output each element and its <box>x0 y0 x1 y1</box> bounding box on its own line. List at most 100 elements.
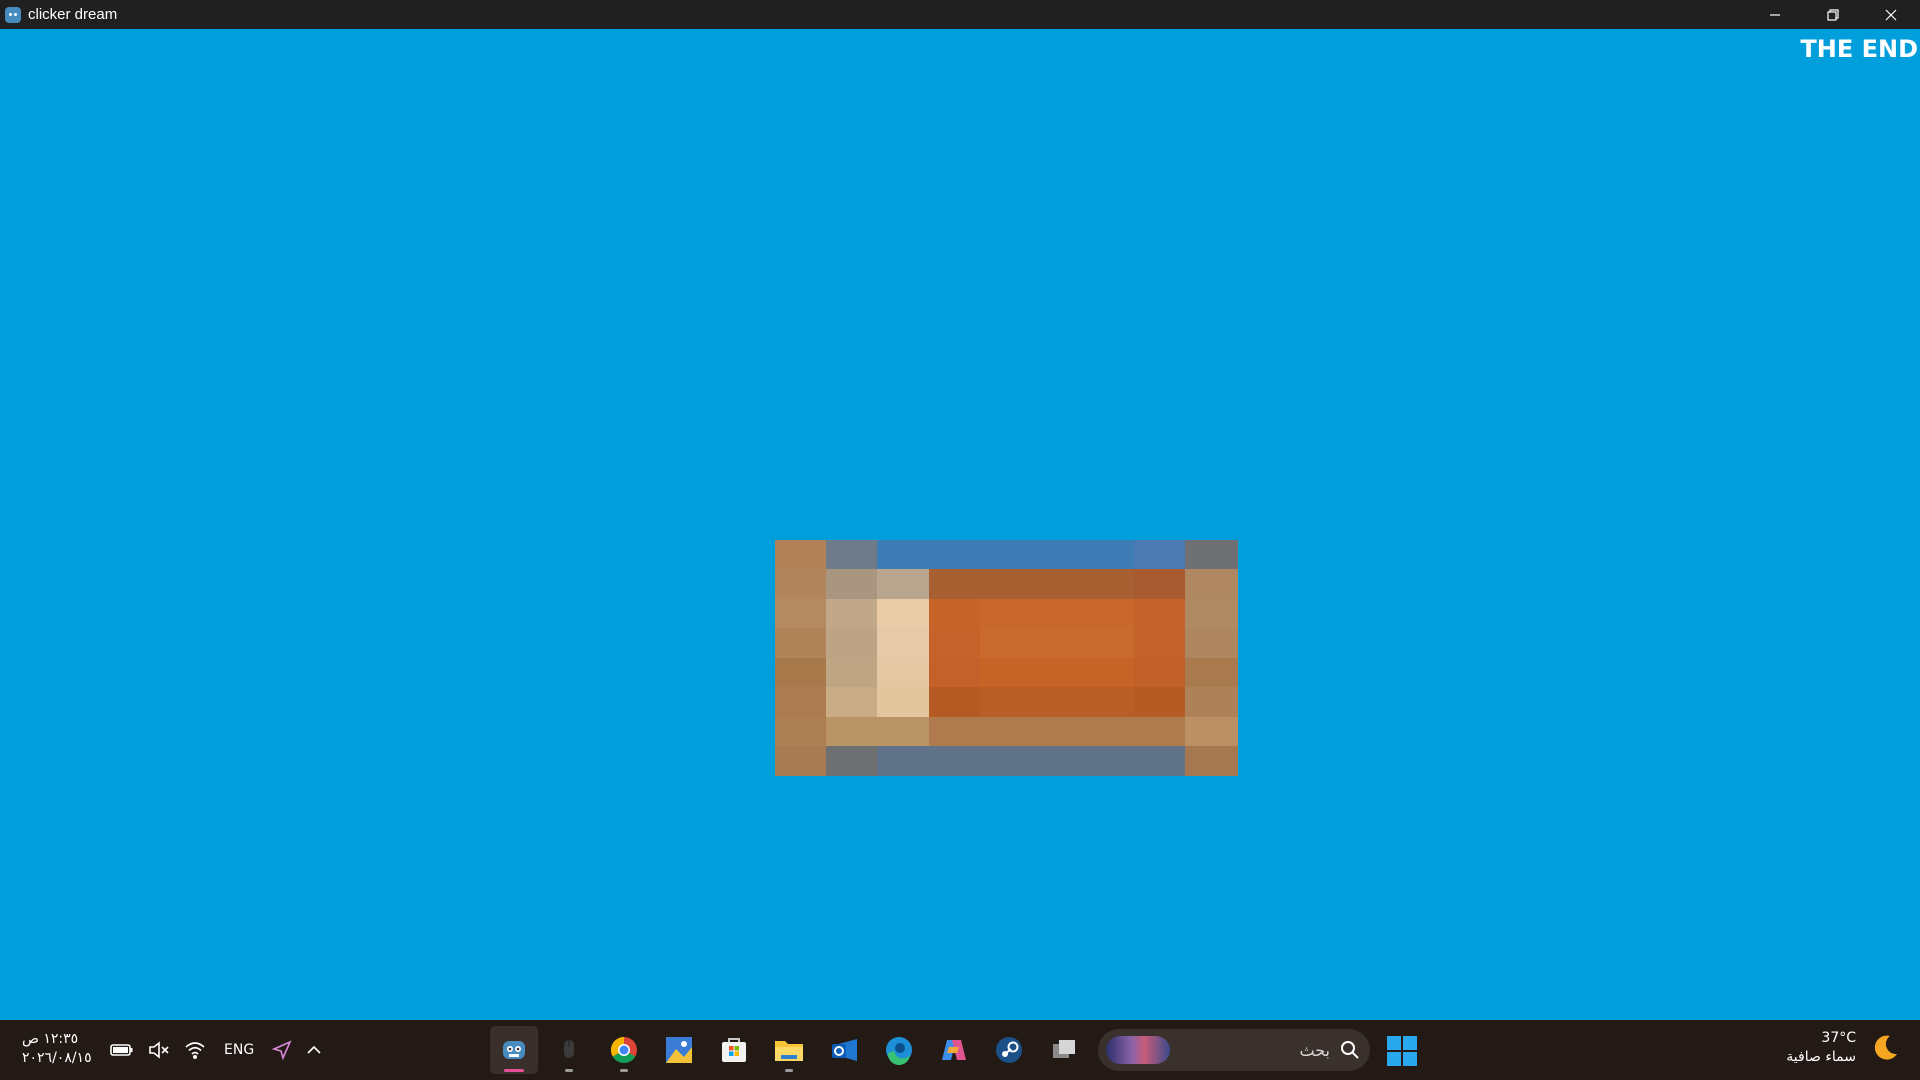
taskbar-app-steam[interactable] <box>985 1026 1033 1074</box>
running-indicator <box>785 1069 793 1072</box>
moon-icon <box>1874 1035 1897 1060</box>
search-highlight-image <box>1106 1036 1170 1064</box>
volume-button[interactable] <box>148 1020 170 1080</box>
sprite-pixel <box>929 746 980 776</box>
sprite-pixel <box>1134 540 1185 569</box>
sprite-pixel <box>1031 569 1082 599</box>
clock-time: ١٢:٣٥ ص <box>22 1031 79 1047</box>
game-viewport[interactable]: THE END <box>0 29 1920 1020</box>
weather-condition: سماء صافية <box>1786 1049 1856 1065</box>
window-title: clicker dream <box>28 6 118 23</box>
sprite-pixel <box>826 746 877 776</box>
sprite-pixel <box>929 599 980 628</box>
edge-icon <box>886 1037 912 1065</box>
sprite-pixel <box>1082 746 1134 776</box>
sprite-pixel <box>775 717 826 746</box>
sprite-pixel <box>1082 540 1134 569</box>
sprite-pixel <box>1082 569 1134 599</box>
taskbar-app-task-view[interactable] <box>1040 1026 1088 1074</box>
close-button[interactable] <box>1862 0 1920 29</box>
folder-icon <box>775 1041 803 1061</box>
taskbar-app-file-explorer[interactable] <box>765 1026 813 1074</box>
show-hidden-icons-button[interactable] <box>306 1020 322 1080</box>
sprite-pixel <box>1031 687 1082 717</box>
location-icon <box>272 1040 292 1060</box>
sprite-pixel <box>826 569 877 599</box>
sprite-pixel <box>1185 746 1238 776</box>
taskbar-app-chrome[interactable] <box>600 1026 648 1074</box>
sprite-pixel <box>1031 628 1082 658</box>
sprite-pixel <box>826 717 877 746</box>
taskbar-app-edge[interactable] <box>875 1026 923 1074</box>
search-icon <box>1341 1041 1359 1059</box>
godot-icon <box>503 1041 525 1059</box>
battery-icon <box>110 1044 133 1056</box>
sprite-pixel <box>1134 717 1185 746</box>
sprite-pixel <box>1031 599 1082 628</box>
system-tray: ENG <box>110 1020 336 1080</box>
sprite-pixel <box>1134 658 1185 687</box>
running-indicator <box>620 1069 628 1072</box>
sprite-pixel <box>1185 658 1238 687</box>
sprite-pixel <box>826 628 877 658</box>
taskbar-app-mouse[interactable] <box>545 1026 593 1074</box>
language-indicator[interactable]: ENG <box>224 1042 254 1058</box>
clock-date: ٢٠٢٦/٠٨/١٥ <box>22 1050 92 1066</box>
taskbar-app-outlook[interactable] <box>820 1026 868 1074</box>
task-view-icon <box>1053 1040 1075 1058</box>
speaker-muted-icon <box>149 1041 169 1059</box>
chevron-up-icon <box>307 1045 321 1054</box>
battery-button[interactable] <box>110 1020 134 1080</box>
location-button[interactable] <box>272 1020 292 1080</box>
sprite-pixel <box>1134 746 1185 776</box>
sprite-pixel <box>775 746 826 776</box>
store-icon <box>722 1038 746 1062</box>
sprite-pixel <box>929 569 980 599</box>
sprite-pixel <box>980 717 1031 746</box>
sprite-pixel <box>1185 717 1238 746</box>
search-placeholder: بحث <box>1299 1040 1331 1060</box>
mouse-icon <box>564 1040 574 1058</box>
taskbar-app-photos[interactable] <box>655 1026 703 1074</box>
restore-icon <box>1827 8 1839 21</box>
start-tile <box>1403 1052 1417 1066</box>
sprite-pixel <box>877 628 929 658</box>
start-tile <box>1403 1036 1417 1050</box>
wifi-button[interactable] <box>184 1020 206 1080</box>
sprite-pixel <box>980 569 1031 599</box>
sprite-pixel <box>929 717 980 746</box>
sprite-pixel <box>826 540 877 569</box>
sprite-pixel <box>826 658 877 687</box>
minimize-button[interactable] <box>1746 0 1804 29</box>
taskbar-search[interactable]: بحث <box>1098 1029 1370 1071</box>
sprite-pixel <box>980 628 1031 658</box>
taskbar-app-godot[interactable] <box>490 1026 538 1074</box>
start-button[interactable] <box>1387 1036 1417 1066</box>
sprite-pixel <box>877 599 929 628</box>
sprite-pixel <box>775 599 826 628</box>
sprite-pixel <box>1134 569 1185 599</box>
clock[interactable]: ١٢:٣٥ ص ٢٠٢٦/٠٨/١٥ <box>22 1030 92 1068</box>
restore-button[interactable] <box>1804 0 1862 29</box>
sprite-pixel <box>826 599 877 628</box>
photos-icon <box>666 1037 692 1063</box>
sprite-pixel <box>929 628 980 658</box>
pixel-sprite[interactable] <box>775 540 1238 776</box>
sprite-pixel <box>1031 658 1082 687</box>
taskbar-app-store[interactable] <box>710 1026 758 1074</box>
godot-icon <box>5 6 21 23</box>
sprite-pixel <box>980 599 1031 628</box>
sprite-pixel <box>775 658 826 687</box>
sprite-pixel <box>980 687 1031 717</box>
taskbar-app-copilot[interactable] <box>930 1026 978 1074</box>
start-tile <box>1387 1052 1401 1066</box>
copilot-icon <box>942 1040 966 1060</box>
sprite-pixel <box>1134 628 1185 658</box>
outlook-icon <box>832 1039 857 1061</box>
sprite-pixel <box>929 658 980 687</box>
search-icon-container <box>1340 1040 1370 1060</box>
sprite-pixel <box>775 569 826 599</box>
minimize-icon <box>1770 13 1780 16</box>
weather-widget[interactable]: 37°C سماء صافية <box>1786 1029 1900 1067</box>
sprite-pixel <box>1082 717 1134 746</box>
